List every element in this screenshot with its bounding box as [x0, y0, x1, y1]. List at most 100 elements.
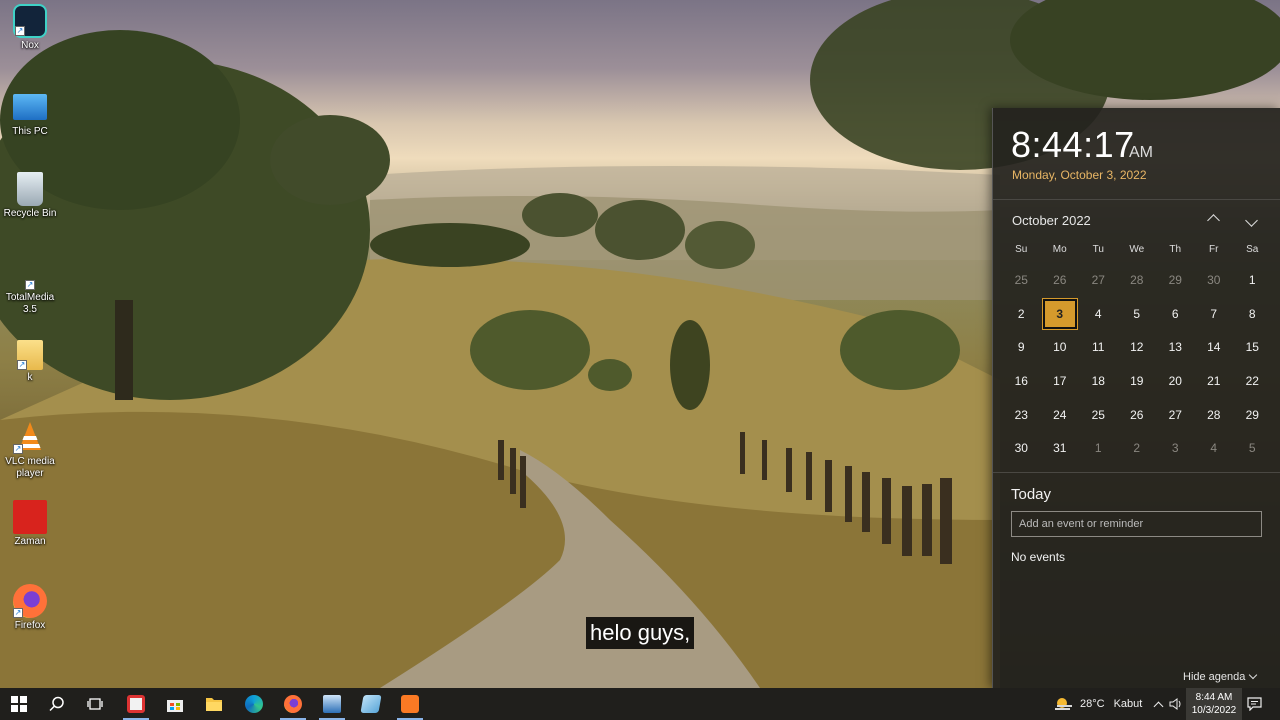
- calendar-day[interactable]: 3: [1156, 431, 1195, 465]
- edge-icon: [245, 695, 263, 713]
- calendar-month-label[interactable]: October 2022: [1012, 213, 1091, 228]
- calendar-day[interactable]: 31: [1041, 431, 1080, 465]
- calendar-day[interactable]: 30: [1002, 431, 1041, 465]
- calendar-day-number: 29: [1245, 407, 1259, 422]
- calendar-day-number: 8: [1248, 306, 1256, 321]
- calendar-day[interactable]: 26: [1118, 398, 1157, 432]
- calendar-day[interactable]: 7: [1195, 297, 1234, 331]
- calendar-day[interactable]: 1: [1079, 431, 1118, 465]
- chevron-down-icon: [1249, 670, 1258, 680]
- calendar-day[interactable]: 13: [1156, 330, 1195, 364]
- calendar-day[interactable]: 17: [1041, 364, 1080, 398]
- weather-widget[interactable]: 28°C Kabut: [1054, 688, 1142, 720]
- calendar-day[interactable]: 10: [1041, 330, 1080, 364]
- desktop-icon-firefox[interactable]: ↗ Firefox: [2, 584, 58, 632]
- calendar-day-number: 19: [1130, 373, 1144, 388]
- previous-month-button[interactable]: [1201, 208, 1225, 232]
- task-view-button[interactable]: [76, 688, 114, 720]
- show-hidden-icons-button[interactable]: [1150, 688, 1166, 720]
- taskbar-app-edge[interactable]: [235, 688, 273, 720]
- desktop-icon-totalmedia[interactable]: ↗ TotalMedia 3.5: [2, 272, 58, 316]
- taskbar-app-file-explorer[interactable]: [195, 688, 233, 720]
- calendar-day[interactable]: 18: [1079, 364, 1118, 398]
- weekday-label: Th: [1169, 244, 1182, 255]
- calendar-day[interactable]: 27: [1079, 263, 1118, 297]
- vlc-icon: ↗: [13, 420, 47, 454]
- taskbar-app-remote-desktop[interactable]: [313, 688, 351, 720]
- calendar-day[interactable]: 1: [1233, 263, 1272, 297]
- taskbar-app-xampp[interactable]: [391, 688, 429, 720]
- firefox-icon: [284, 695, 302, 713]
- calendar-day[interactable]: 22: [1233, 364, 1272, 398]
- calendar-day[interactable]: 8: [1233, 297, 1272, 331]
- calendar-day[interactable]: 16: [1002, 364, 1041, 398]
- calendar-day[interactable]: 9: [1002, 330, 1041, 364]
- taskbar-clock[interactable]: 8:44 AM 10/3/2022: [1186, 688, 1242, 720]
- calendar-day[interactable]: 19: [1118, 364, 1157, 398]
- calendar-day[interactable]: 20: [1156, 364, 1195, 398]
- calendar-day[interactable]: 5: [1233, 431, 1272, 465]
- calendar-day[interactable]: 21: [1195, 364, 1234, 398]
- next-month-button[interactable]: [1239, 208, 1263, 232]
- weather-description: Kabut: [1113, 698, 1143, 710]
- calendar-day-number: 28: [1130, 272, 1144, 287]
- calendar-day[interactable]: 26: [1041, 263, 1080, 297]
- calendar-day[interactable]: 2: [1118, 431, 1157, 465]
- taskbar-app-notepad[interactable]: [352, 688, 390, 720]
- taskbar-app-store[interactable]: [156, 688, 194, 720]
- calendar-day-number: 30: [1014, 441, 1028, 456]
- desktop-icon-nox[interactable]: ↗ Nox: [2, 4, 58, 52]
- start-button[interactable]: [0, 688, 38, 720]
- taskbar-app-firefox[interactable]: [274, 688, 312, 720]
- desktop-icon-label: This PC: [12, 126, 48, 137]
- volume-button[interactable]: [1168, 688, 1184, 720]
- calendar-day-number: 3: [1041, 297, 1078, 330]
- calendar-day-number: 10: [1053, 340, 1067, 355]
- hide-agenda-button[interactable]: Hide agenda: [1183, 670, 1258, 683]
- calendar-day-number: 25: [1091, 407, 1105, 422]
- calendar-day-today[interactable]: 3: [1041, 297, 1080, 331]
- taskbar: 28°C Kabut 8:44 AM 10/3/2022: [0, 688, 1280, 720]
- calendar-day[interactable]: 24: [1041, 398, 1080, 432]
- calendar-day[interactable]: 23: [1002, 398, 1041, 432]
- shortcut-arrow-icon: ↗: [25, 280, 35, 290]
- add-event-input[interactable]: [1011, 511, 1262, 537]
- calendar-day-number: 27: [1168, 407, 1182, 422]
- calendar-day-number: 30: [1207, 272, 1221, 287]
- start-icon: [11, 696, 27, 712]
- calendar-day[interactable]: 5: [1118, 297, 1157, 331]
- desktop-icon-this-pc[interactable]: This PC: [2, 90, 58, 138]
- desktop-icon-folder-k[interactable]: ↗ k: [2, 340, 58, 384]
- totalmedia-icon: ↗: [13, 272, 47, 290]
- calendar-day[interactable]: 29: [1156, 263, 1195, 297]
- calendar-day[interactable]: 4: [1195, 431, 1234, 465]
- calendar-day[interactable]: 14: [1195, 330, 1234, 364]
- taskbar-app-media[interactable]: [117, 688, 155, 720]
- calendar-day-number: 5: [1133, 306, 1141, 321]
- calendar-day[interactable]: 29: [1233, 398, 1272, 432]
- clock-date-link[interactable]: Monday, October 3, 2022: [1012, 168, 1147, 182]
- calendar-day[interactable]: 15: [1233, 330, 1272, 364]
- store-icon: [167, 700, 183, 712]
- desktop-icon-zaman[interactable]: Zaman: [2, 500, 58, 548]
- calendar-day[interactable]: 11: [1079, 330, 1118, 364]
- desktop-icon-recycle-bin[interactable]: Recycle Bin: [2, 172, 58, 220]
- search-button[interactable]: [38, 688, 76, 720]
- firefox-icon: ↗: [13, 584, 47, 618]
- calendar-day-number: 2: [1133, 441, 1141, 456]
- calendar-day[interactable]: 2: [1002, 297, 1041, 331]
- calendar-day-number: 5: [1248, 441, 1256, 456]
- calendar-day[interactable]: 4: [1079, 297, 1118, 331]
- notification-center-button[interactable]: [1244, 688, 1264, 720]
- calendar-day[interactable]: 25: [1002, 263, 1041, 297]
- calendar-day[interactable]: 25: [1079, 398, 1118, 432]
- calendar-day[interactable]: 28: [1195, 398, 1234, 432]
- calendar-day-number: 16: [1014, 373, 1028, 388]
- calendar-day-number: 12: [1130, 340, 1144, 355]
- calendar-day[interactable]: 28: [1118, 263, 1157, 297]
- calendar-day[interactable]: 27: [1156, 398, 1195, 432]
- calendar-day[interactable]: 6: [1156, 297, 1195, 331]
- calendar-day[interactable]: 30: [1195, 263, 1234, 297]
- calendar-day[interactable]: 12: [1118, 330, 1157, 364]
- desktop-icon-vlc[interactable]: ↗ VLC media player: [2, 420, 58, 480]
